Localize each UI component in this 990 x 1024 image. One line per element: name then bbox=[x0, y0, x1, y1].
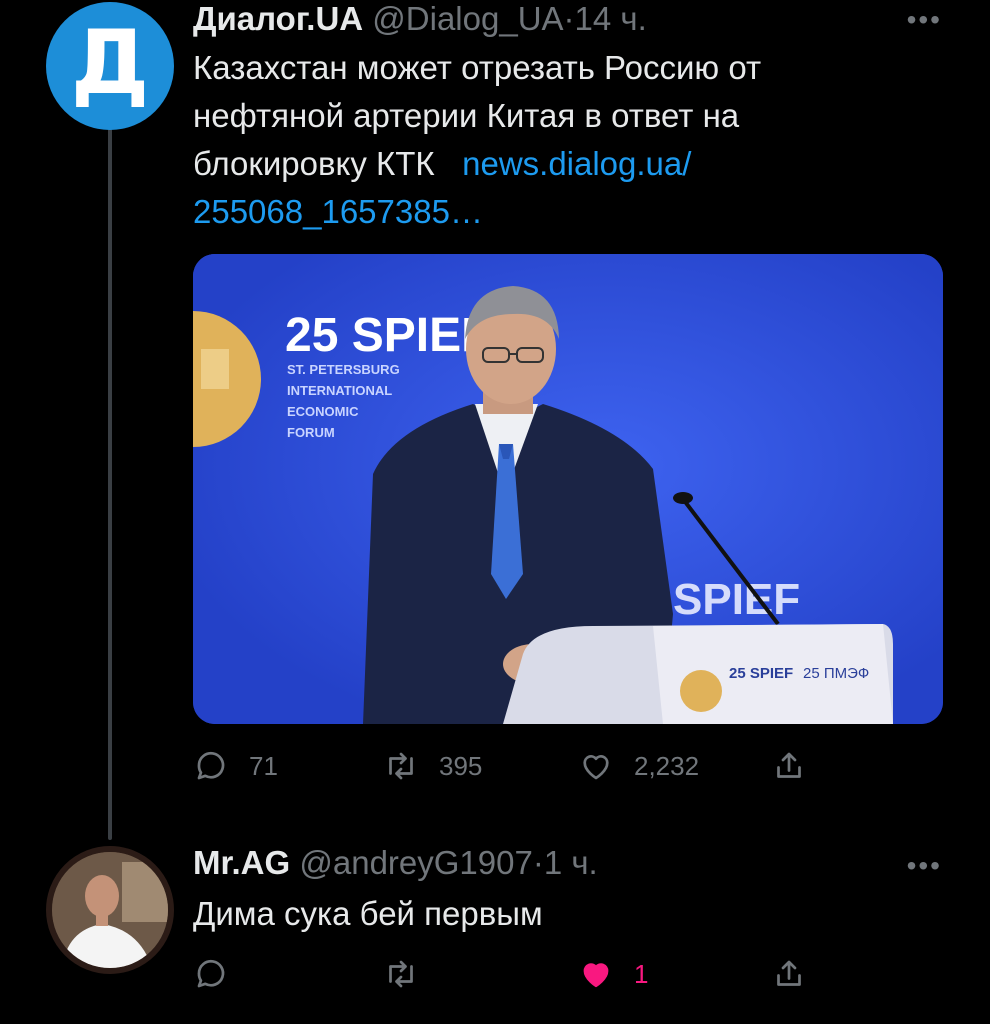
author-name[interactable]: Диалог.UA bbox=[193, 0, 363, 37]
avatar-mr-ag[interactable] bbox=[46, 846, 174, 974]
podium-pmef-text: 25 ПМЭФ bbox=[803, 665, 869, 682]
tweet-text-line: нефтяной артерии Китая в ответ на bbox=[193, 97, 740, 134]
share-button[interactable] bbox=[771, 746, 807, 786]
more-options-icon[interactable]: ••• bbox=[907, 852, 942, 880]
like-button[interactable]: 2,232 bbox=[578, 746, 699, 786]
share-button[interactable] bbox=[771, 954, 807, 994]
tweet-photo[interactable]: 25 SPIEF ST. PETERSBURG INTERNATIONAL EC… bbox=[193, 254, 943, 724]
retweet-button[interactable] bbox=[383, 954, 419, 994]
reply-button[interactable]: 71 bbox=[193, 746, 278, 786]
tweet1-actions: 71 395 2,232 bbox=[193, 746, 833, 786]
thread-connector-line bbox=[108, 128, 112, 840]
separator-dot: · bbox=[532, 844, 544, 881]
separator-dot: · bbox=[563, 0, 575, 37]
heart-filled-icon bbox=[583, 963, 609, 988]
author-name[interactable]: Mr.AG bbox=[193, 844, 290, 881]
tweet-thread: Д Диалог.UA @Dialog_UA·14 ч. ••• Казахст… bbox=[0, 0, 990, 1024]
tweet-text-line: Дима сука бей первым bbox=[193, 895, 543, 932]
tweet1-text: Казахстан может отрезать Россию от нефтя… bbox=[193, 44, 893, 236]
share-icon bbox=[777, 752, 801, 778]
avatar-dialog-ua[interactable]: Д bbox=[46, 2, 174, 130]
podium-emblem bbox=[680, 670, 722, 712]
author-handle[interactable]: @Dialog_UA bbox=[372, 0, 563, 37]
like-count: 2,232 bbox=[634, 750, 700, 781]
reply-count: 71 bbox=[249, 750, 278, 781]
tweet-link-continued[interactable]: 255068_1657385… bbox=[193, 188, 893, 236]
reply-icon bbox=[197, 959, 225, 988]
tweet1-header: Диалог.UA @Dialog_UA·14 ч. bbox=[193, 0, 647, 38]
heart-icon bbox=[583, 755, 609, 780]
tweet2-actions: 1 bbox=[193, 954, 833, 994]
tweet-text-fragment: блокировку КТК bbox=[193, 145, 435, 182]
tweet-text-line: Казахстан может отрезать Россию от bbox=[193, 49, 762, 86]
forum-name-line: INTERNATIONAL bbox=[287, 383, 392, 398]
forum-name-line: ST. PETERSBURG bbox=[287, 362, 400, 377]
profile-photo bbox=[52, 852, 168, 968]
tweet-time[interactable]: 1 ч. bbox=[544, 844, 598, 881]
share-icon bbox=[777, 960, 801, 986]
forum-name-line: FORUM bbox=[287, 425, 335, 440]
tweet-time[interactable]: 14 ч. bbox=[575, 0, 647, 37]
retweet-count: 395 bbox=[439, 750, 483, 781]
retweet-button[interactable]: 395 bbox=[383, 746, 482, 786]
like-button[interactable]: 1 bbox=[578, 954, 648, 994]
like-count: 1 bbox=[634, 958, 649, 989]
reply-icon bbox=[197, 751, 225, 780]
spief-speaker-photo: 25 SPIEF ST. PETERSBURG INTERNATIONAL EC… bbox=[193, 254, 943, 724]
author-handle[interactable]: @andreyG1907 bbox=[299, 844, 532, 881]
reply-button[interactable] bbox=[193, 954, 229, 994]
retweet-icon bbox=[389, 960, 413, 988]
avatar-letter: Д bbox=[70, 11, 150, 114]
retweet-icon bbox=[389, 752, 413, 780]
tweet-link[interactable]: news.dialog.ua/ bbox=[462, 145, 691, 182]
spief-logo-text: 25 SPIEF bbox=[285, 309, 490, 362]
backdrop-spief-text: SPIEF bbox=[673, 575, 800, 624]
podium-spief-text: 25 SPIEF bbox=[729, 665, 793, 682]
forum-name-line: ECONOMIC bbox=[287, 404, 359, 419]
more-options-icon[interactable]: ••• bbox=[907, 6, 942, 34]
tweet2-header: Mr.AG @andreyG1907·1 ч. bbox=[193, 844, 598, 882]
tweet2-text: Дима сука бей первым bbox=[193, 890, 893, 938]
tweet-text-line: блокировку КТК news.dialog.ua/ bbox=[193, 140, 893, 188]
